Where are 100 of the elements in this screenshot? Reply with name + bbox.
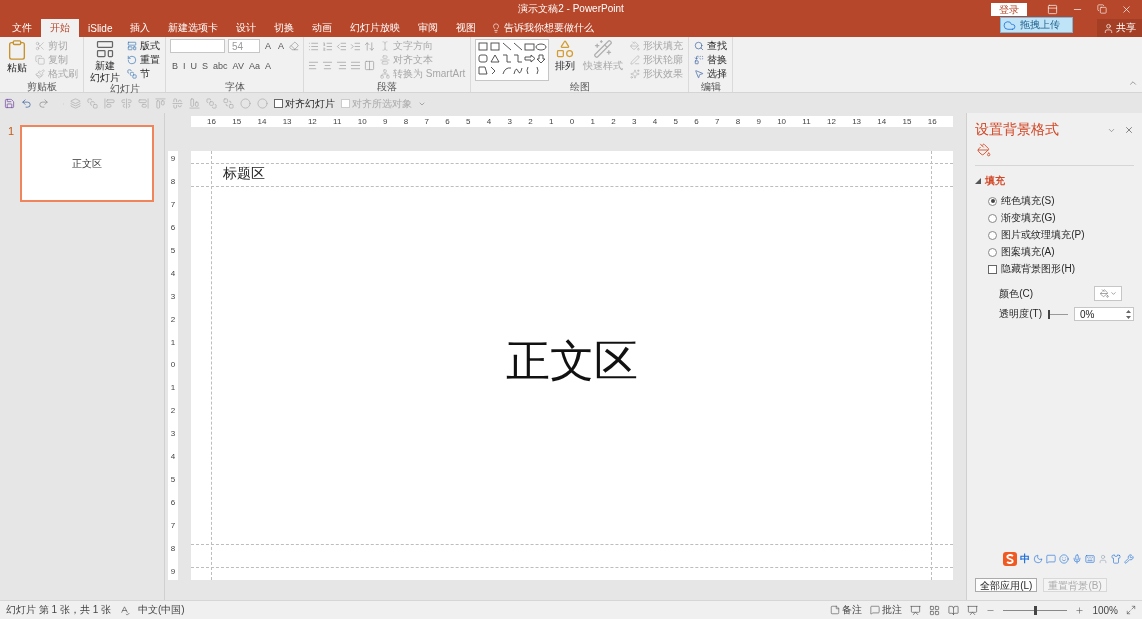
layers-icon[interactable] xyxy=(70,98,81,109)
transparency-field[interactable]: 0% xyxy=(1074,307,1134,321)
bullet-list-icon[interactable] xyxy=(308,41,320,52)
ribbon-display-icon[interactable] xyxy=(1047,3,1058,15)
paint-bucket-icon[interactable] xyxy=(977,143,992,157)
align-icon[interactable] xyxy=(104,98,115,109)
fill-option[interactable]: 图案填充(A) xyxy=(988,245,1134,259)
slide-thumbnail[interactable]: 正文区 xyxy=(20,125,155,202)
zoom-in-icon[interactable] xyxy=(1075,605,1085,615)
close-icon[interactable] xyxy=(1121,3,1132,15)
ribbon-tab[interactable]: 开始 xyxy=(41,19,79,37)
mic-icon[interactable] xyxy=(1072,554,1082,564)
spellcheck-icon[interactable] xyxy=(119,604,130,616)
ruler-number: 13 xyxy=(282,117,292,126)
smile-icon[interactable] xyxy=(1059,554,1069,564)
login-button[interactable]: 登录 xyxy=(991,2,1027,16)
format-button[interactable]: Aa xyxy=(246,59,262,73)
ribbon-tab[interactable]: 文件 xyxy=(3,19,41,37)
ruler-number: 8 xyxy=(170,177,176,186)
ribbon-tab[interactable]: 新建选项卡 xyxy=(159,19,228,37)
format-button[interactable]: I xyxy=(181,59,188,73)
restore-icon[interactable] xyxy=(1097,4,1107,14)
title-placeholder[interactable]: 标题区 xyxy=(223,165,266,183)
fill-section-header[interactable]: 填充 xyxy=(975,174,1134,188)
moon-icon[interactable] xyxy=(1033,554,1043,564)
grow-font-button[interactable]: A xyxy=(263,39,273,53)
share-button[interactable]: 共享 xyxy=(1097,19,1142,37)
apply-all-button[interactable]: 全部应用(L) xyxy=(975,578,1038,592)
fit-slide-icon[interactable] xyxy=(1126,605,1136,615)
tell-me-search[interactable]: 告诉我你想要做什么 xyxy=(491,19,595,37)
keyboard-icon[interactable] xyxy=(1085,554,1095,564)
fill-option[interactable]: 图片或纹理填充(P) xyxy=(988,228,1134,242)
align-icon[interactable] xyxy=(138,98,149,109)
justify-icon[interactable] xyxy=(350,60,362,71)
ribbon-tab[interactable]: iSlide xyxy=(79,19,122,37)
align-icon[interactable] xyxy=(121,98,132,109)
shrink-font-button[interactable]: A xyxy=(276,39,287,53)
comments-button[interactable]: 批注 xyxy=(870,603,903,617)
group-label: 编辑 xyxy=(700,81,721,92)
font-name-field[interactable] xyxy=(170,39,225,53)
spinner-icon[interactable] xyxy=(1126,309,1131,319)
close-icon[interactable] xyxy=(1124,125,1134,135)
paste-button[interactable]: 粘贴 xyxy=(4,39,30,81)
hide-graphics-checkbox[interactable]: 隐藏背景图形(H) xyxy=(988,262,1134,276)
ribbon-tab[interactable]: 审阅 xyxy=(409,19,448,37)
ribbon-tab[interactable]: 动画 xyxy=(303,19,342,37)
new-slide-button[interactable]: 新建 幻灯片 xyxy=(88,39,122,83)
align-icon[interactable] xyxy=(155,98,166,109)
person-icon[interactable] xyxy=(1098,554,1108,564)
circle-icon[interactable] xyxy=(257,98,268,109)
slideshow-icon[interactable] xyxy=(967,604,979,616)
numbered-list-icon[interactable] xyxy=(322,41,334,52)
wrench-icon[interactable] xyxy=(1124,554,1134,564)
ribbon-tab[interactable]: 插入 xyxy=(121,19,160,37)
align-right-icon[interactable] xyxy=(336,60,348,71)
collapse-icon[interactable] xyxy=(1128,78,1138,88)
redo-icon[interactable] xyxy=(38,98,49,109)
undo-icon[interactable] xyxy=(21,98,32,109)
upload-button[interactable]: 拖拽上传 xyxy=(1000,17,1073,33)
shapes-gallery[interactable] xyxy=(475,39,550,81)
align-left-icon[interactable] xyxy=(308,60,320,71)
body-placeholder[interactable]: 正文区 xyxy=(506,332,639,391)
format-button[interactable]: S xyxy=(200,59,211,73)
columns-icon[interactable] xyxy=(364,60,376,71)
save-icon[interactable] xyxy=(4,98,15,109)
indent-icon[interactable] xyxy=(350,41,362,52)
notes-button[interactable]: 备注 xyxy=(830,603,863,617)
align-icon[interactable] xyxy=(172,98,183,109)
color-picker-button[interactable] xyxy=(1094,286,1122,301)
editing-command[interactable]: 查找 xyxy=(693,39,729,52)
align-center-icon[interactable] xyxy=(322,60,334,71)
align-icon[interactable] xyxy=(189,98,200,109)
format-button[interactable]: AV xyxy=(230,59,246,73)
shirt-icon[interactable] xyxy=(1111,554,1121,564)
editing-command[interactable]: 替换 xyxy=(693,53,729,66)
ribbon-tab[interactable]: 视图 xyxy=(447,19,486,37)
ribbon-tab[interactable]: 幻灯片放映 xyxy=(341,19,410,37)
slide-command[interactable]: 节 xyxy=(126,67,161,80)
snap-checkbox[interactable]: 对齐幻灯片 xyxy=(274,96,335,111)
fill-option[interactable]: 渐变填充(G) xyxy=(988,211,1134,225)
indent-icon[interactable] xyxy=(336,41,348,52)
format-button[interactable]: abc xyxy=(211,59,230,73)
format-button[interactable]: A xyxy=(262,59,273,73)
circle-icon[interactable] xyxy=(240,98,251,109)
slide-command[interactable]: 重置 xyxy=(126,53,161,66)
sorter-view-icon[interactable] xyxy=(929,604,941,616)
slide-command[interactable]: 版式 xyxy=(126,39,161,52)
format-button[interactable]: B xyxy=(170,59,180,73)
ribbon-tab[interactable]: 设计 xyxy=(227,19,266,37)
ime-toolbar[interactable]: 中 xyxy=(1003,552,1134,566)
eraser-icon[interactable] xyxy=(289,41,300,51)
normal-view-icon[interactable] xyxy=(910,604,922,616)
fill-option[interactable]: 纯色填充(S) xyxy=(988,194,1134,208)
arrange-button[interactable]: 排列 xyxy=(553,39,578,81)
format-button[interactable]: U xyxy=(188,59,200,73)
reading-view-icon[interactable] xyxy=(948,604,960,616)
ribbon-tab[interactable]: 切换 xyxy=(265,19,304,37)
ruler-number: 1 xyxy=(590,117,595,126)
line-spacing-icon[interactable] xyxy=(364,41,376,52)
editing-command[interactable]: 选择 xyxy=(693,67,729,80)
